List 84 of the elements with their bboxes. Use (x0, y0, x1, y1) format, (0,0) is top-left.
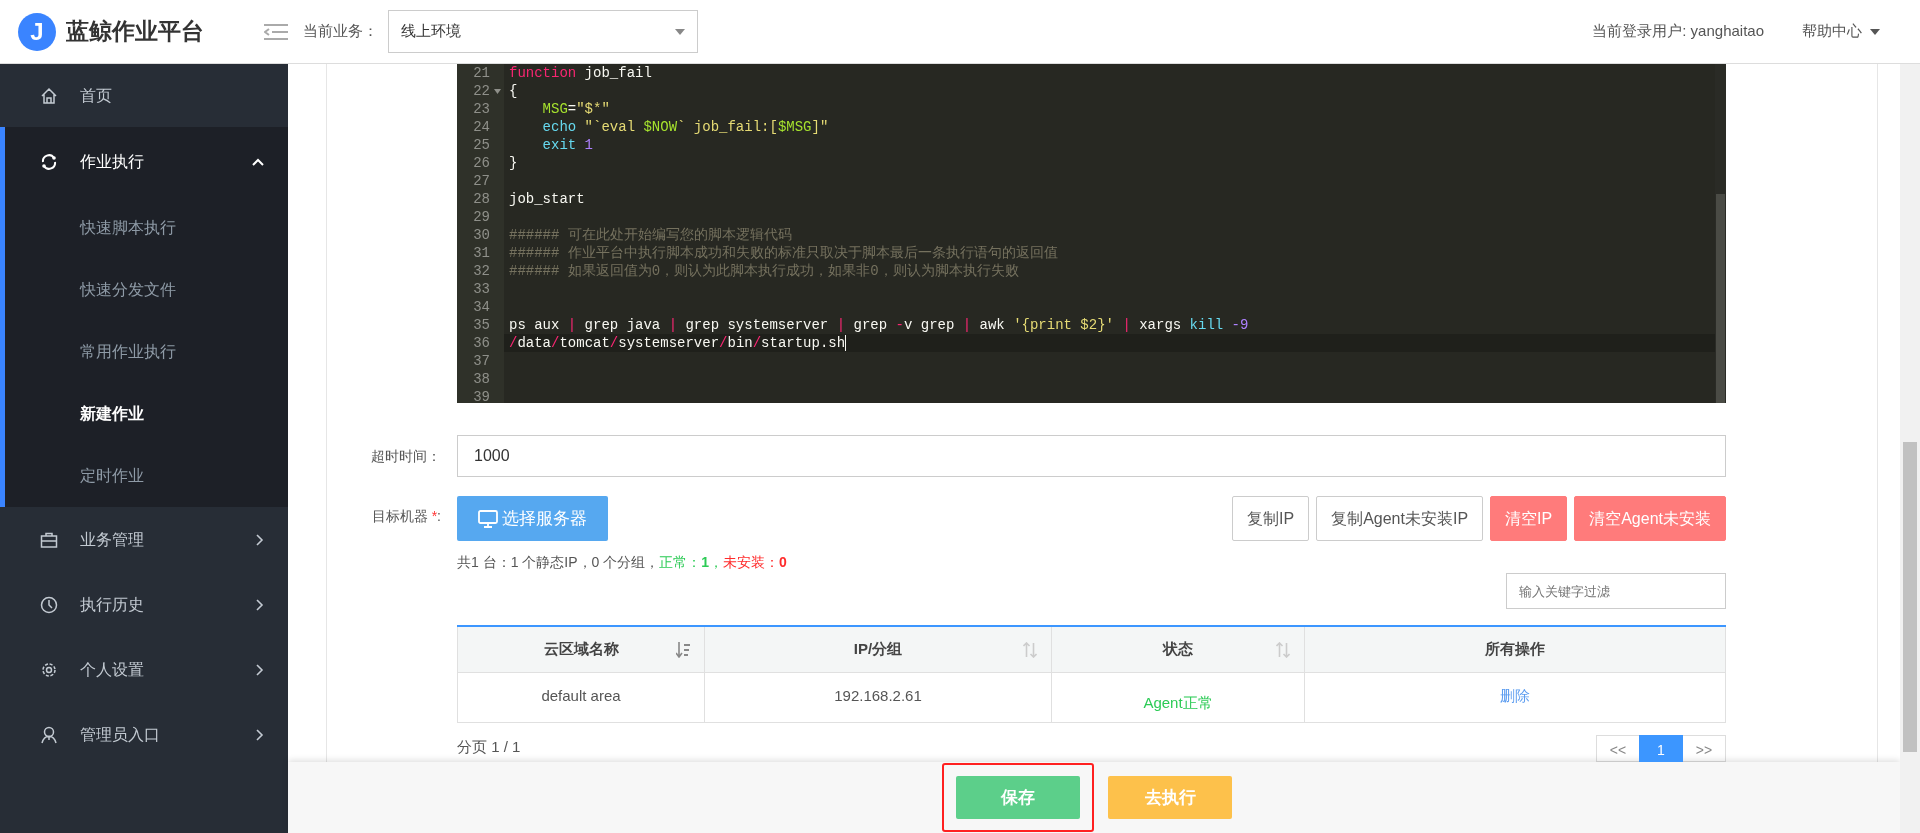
action-button[interactable]: 复制Agent未安装IP (1316, 496, 1484, 541)
sidebar-item[interactable]: 个人设置 (0, 637, 288, 702)
status-cell: Agent正常 (1051, 672, 1305, 722)
help-menu[interactable]: 帮助中心 (1802, 20, 1880, 43)
sidebar-item[interactable]: 执行历史 (0, 572, 288, 637)
clock-icon (40, 595, 58, 614)
caret-icon (675, 28, 685, 35)
pagination-info: 分页 1 / 1 (457, 737, 521, 756)
app-title: 蓝鲸作业平台 (66, 17, 204, 47)
line-number: 38 (473, 370, 490, 388)
line-number: 30 (473, 226, 490, 244)
column-header[interactable]: 所有操作 (1304, 626, 1726, 672)
chevron-right-icon (256, 728, 264, 741)
line-number: 33 (473, 280, 490, 298)
table-cell: default area (457, 672, 705, 722)
scrollbar[interactable] (1900, 64, 1920, 833)
submenu-item[interactable]: 快速分发文件 (5, 259, 288, 321)
sidebar-item[interactable]: 作业执行 (5, 127, 288, 197)
menu-icon[interactable] (264, 22, 288, 41)
home-icon (40, 86, 58, 105)
filter-field[interactable]: 输入关键字过滤 (1506, 573, 1726, 609)
business-select[interactable]: 线上环境 (388, 10, 698, 53)
code-line: /data/tomcat/systemserver/bin/startup.sh (509, 335, 846, 351)
column-header[interactable]: 云区域名称 (457, 626, 705, 672)
code-line: ###### 可在此处开始编写您的脚本逻辑代码 (509, 227, 792, 243)
table-cell: 192.168.2.61 (704, 672, 1052, 722)
code-line: ###### 作业平台中执行脚本成功和失败的标准只取决于脚本最后一条执行语句的返回值 (509, 245, 1058, 261)
scrollbar[interactable] (1715, 64, 1726, 403)
code-line: function job_fail (509, 65, 652, 81)
user-label: 当前登录用户: yanghaitao (1592, 21, 1764, 42)
sidebar-item[interactable]: 管理员入口 (0, 702, 288, 767)
line-number: 37 (473, 352, 490, 370)
line-number: 35 (473, 316, 490, 334)
line-number: 24 (473, 118, 490, 136)
sidebar-item[interactable]: 业务管理 (0, 507, 288, 572)
sidebar-item[interactable]: 首页 (0, 64, 288, 127)
field-label: 超时时间： (370, 446, 442, 466)
line-number: 31 (473, 244, 490, 262)
field-label: 目标机器 *: (370, 507, 442, 526)
chevron-right-icon (256, 598, 264, 611)
person-icon (40, 725, 58, 744)
submenu-item[interactable]: 定时作业 (5, 445, 288, 507)
page-button[interactable]: >> (1682, 734, 1726, 762)
line-number: 22 (473, 82, 490, 100)
line-number: 34 (473, 298, 490, 316)
text-cursor (845, 335, 847, 352)
code-line: MSG="$*" (541, 101, 610, 117)
code-line: echo "`eval $NOW` job_fail:[$MSG]" (541, 119, 829, 135)
timeout-field[interactable]: 1000 (457, 435, 1726, 477)
submenu-item[interactable]: 常用作业执行 (5, 321, 288, 383)
sync-icon (40, 153, 58, 171)
chevron-right-icon (256, 663, 264, 676)
submenu-item[interactable]: 新建作业 (5, 383, 288, 445)
summary-text: 共1 台：1 个静态IP，0 个分组，正常：1，未安装：0 (457, 553, 788, 572)
line-number: 32 (473, 262, 490, 280)
chevron-right-icon (256, 533, 264, 546)
monitor-icon (478, 509, 498, 528)
line-number: 26 (473, 154, 490, 172)
code-line: exit 1 (541, 137, 594, 153)
caret-icon (1870, 28, 1880, 35)
line-number: 39 (473, 388, 490, 403)
line-number: 21 (473, 64, 490, 82)
code-line: ps aux | grep java | grep systemserver | grep -v grep | awk '{print $2}' | xargs kill -9 (509, 317, 1249, 333)
chevron-up-icon (252, 158, 264, 166)
line-number: 36 (473, 334, 490, 352)
code-line: { (509, 83, 518, 99)
business-label: 当前业务： (303, 21, 378, 42)
settings-icon (40, 660, 58, 679)
line-number: 28 (473, 190, 490, 208)
code-editor[interactable] (457, 64, 1726, 403)
briefcase-icon (40, 530, 58, 549)
submenu-item[interactable]: 快速脚本执行 (5, 197, 288, 259)
code-line: job_start (509, 191, 585, 207)
logo: J (18, 12, 56, 51)
code-line: } (509, 155, 518, 171)
line-number: 27 (473, 172, 490, 190)
column-header[interactable]: 状态 (1051, 626, 1305, 672)
page-button[interactable]: << (1596, 734, 1640, 762)
column-header[interactable]: IP/分组 (704, 626, 1052, 672)
line-number: 25 (473, 136, 490, 154)
line-number: 23 (473, 100, 490, 118)
code-line: ###### 如果返回值为0，则认为此脚本执行成功，如果非0，则认为脚本执行失败 (509, 263, 1019, 279)
action-button[interactable]: 复制IP (1232, 496, 1310, 541)
line-number: 29 (473, 208, 490, 226)
